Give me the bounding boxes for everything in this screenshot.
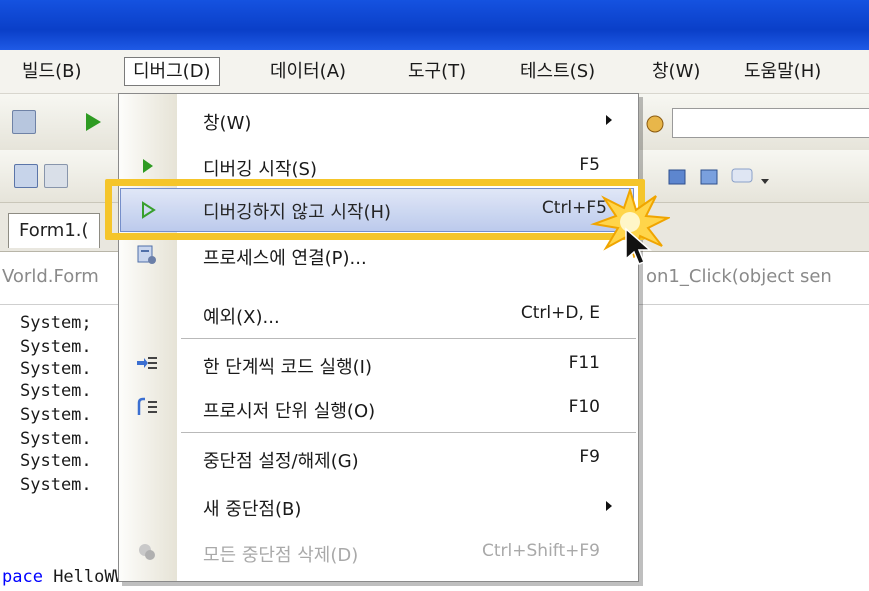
menu-data[interactable]: 데이터(A)	[262, 58, 354, 85]
code-line: System.	[20, 381, 92, 401]
toolbar-code-icon[interactable]	[44, 164, 68, 188]
tab-form1[interactable]: Form1.(	[8, 213, 100, 248]
menu-item-shortcut: F5	[579, 155, 600, 175]
play-icon	[143, 159, 153, 173]
menu-item-window[interactable]: 창(W)	[119, 100, 638, 140]
mouse-cursor-icon	[625, 227, 652, 265]
menu-window[interactable]: 창(W)	[644, 58, 708, 85]
code-line: System.	[20, 475, 92, 495]
class-dropdown[interactable]: Vorld.Form	[2, 266, 99, 287]
menu-item-step-over[interactable]: 프로시저 단위 실행(O) F10	[119, 388, 638, 428]
menu-item-shortcut: Ctrl+D, E	[520, 303, 600, 323]
menu-item-label: 한 단계씩 코드 실행(I)	[203, 357, 372, 378]
toolbar-bookmark-next-icon[interactable]	[698, 166, 720, 188]
menu-item-shortcut: Ctrl+Shift+F9	[482, 541, 600, 561]
window-title-bar	[0, 0, 869, 50]
code-line: System.	[20, 429, 92, 449]
delete-breakpoints-icon	[139, 544, 155, 560]
menu-help[interactable]: 도움말(H)	[736, 58, 829, 85]
menu-separator	[181, 432, 636, 433]
menu-build[interactable]: 빌드(B)	[14, 58, 90, 85]
toolbar-overflow-icon[interactable]	[760, 176, 770, 186]
menu-item-shortcut: F11	[568, 353, 600, 373]
code-line: System;	[20, 313, 92, 333]
debug-menu-dropdown: 창(W) 디버깅 시작(S) F5 프로세스에 연결(P)... 예외(X)..…	[118, 93, 639, 582]
toolbar-find-combo[interactable]	[672, 108, 869, 138]
menu-debug[interactable]: 디버그(D)	[124, 57, 220, 86]
menu-item-new-breakpoint[interactable]: 새 중단점(B)	[119, 486, 638, 526]
toolbar-start-icon[interactable]	[84, 112, 102, 132]
submenu-arrow-icon	[606, 115, 612, 125]
toolbar-window-icon[interactable]	[12, 110, 36, 134]
menu-item-label: 예외(X)...	[203, 307, 280, 328]
menu-item-label: 새 중단점(B)	[203, 499, 302, 520]
menu-test[interactable]: 테스트(S)	[512, 58, 603, 85]
toolbar-form-icon[interactable]	[14, 164, 38, 188]
menu-item-shortcut: F10	[568, 397, 600, 417]
menu-item-label: 중단점 설정/해제(G)	[203, 451, 359, 472]
menu-item-label: 프로시저 단위 실행(O)	[203, 401, 376, 422]
submenu-arrow-icon	[606, 501, 612, 511]
member-dropdown[interactable]: on1_Click(object sen	[646, 266, 832, 287]
menu-item-step-into[interactable]: 한 단계씩 코드 실행(I) F11	[119, 344, 638, 384]
menu-item-toggle-breakpoint[interactable]: 중단점 설정/해제(G) F9	[119, 438, 638, 478]
menu-item-shortcut: F9	[579, 447, 600, 467]
toolbar-comment-icon[interactable]	[730, 166, 756, 188]
highlight-frame	[105, 179, 645, 240]
code-line: System.	[20, 405, 92, 425]
menu-item-label: 창(W)	[203, 113, 252, 134]
keyword: pace	[2, 567, 43, 587]
menu-tools[interactable]: 도구(T)	[400, 58, 474, 85]
step-over-icon	[137, 397, 157, 415]
step-into-icon	[137, 357, 157, 369]
code-line: System.	[20, 337, 92, 357]
toolbar-bookmark-prev-icon[interactable]	[666, 166, 688, 188]
menu-bar: 빌드(B) 디버그(D) 데이터(A) 도구(T) 테스트(S) 창(W) 도움…	[0, 50, 869, 94]
toolbar-hand-icon[interactable]	[644, 112, 666, 134]
menu-item-attach-process[interactable]: 프로세스에 연결(P)...	[119, 235, 638, 275]
menu-separator	[181, 338, 636, 339]
menu-item-label: 모든 중단점 삭제(D)	[203, 545, 359, 566]
code-line: System.	[20, 359, 92, 379]
menu-item-label: 디버깅 시작(S)	[203, 159, 317, 180]
menu-item-delete-all-breakpoints: 모든 중단점 삭제(D) Ctrl+Shift+F9	[119, 532, 638, 572]
menu-item-exceptions[interactable]: 예외(X)... Ctrl+D, E	[119, 294, 638, 334]
attach-process-icon	[137, 245, 156, 264]
menu-item-label: 프로세스에 연결(P)...	[203, 248, 367, 269]
code-line: System.	[20, 451, 92, 471]
